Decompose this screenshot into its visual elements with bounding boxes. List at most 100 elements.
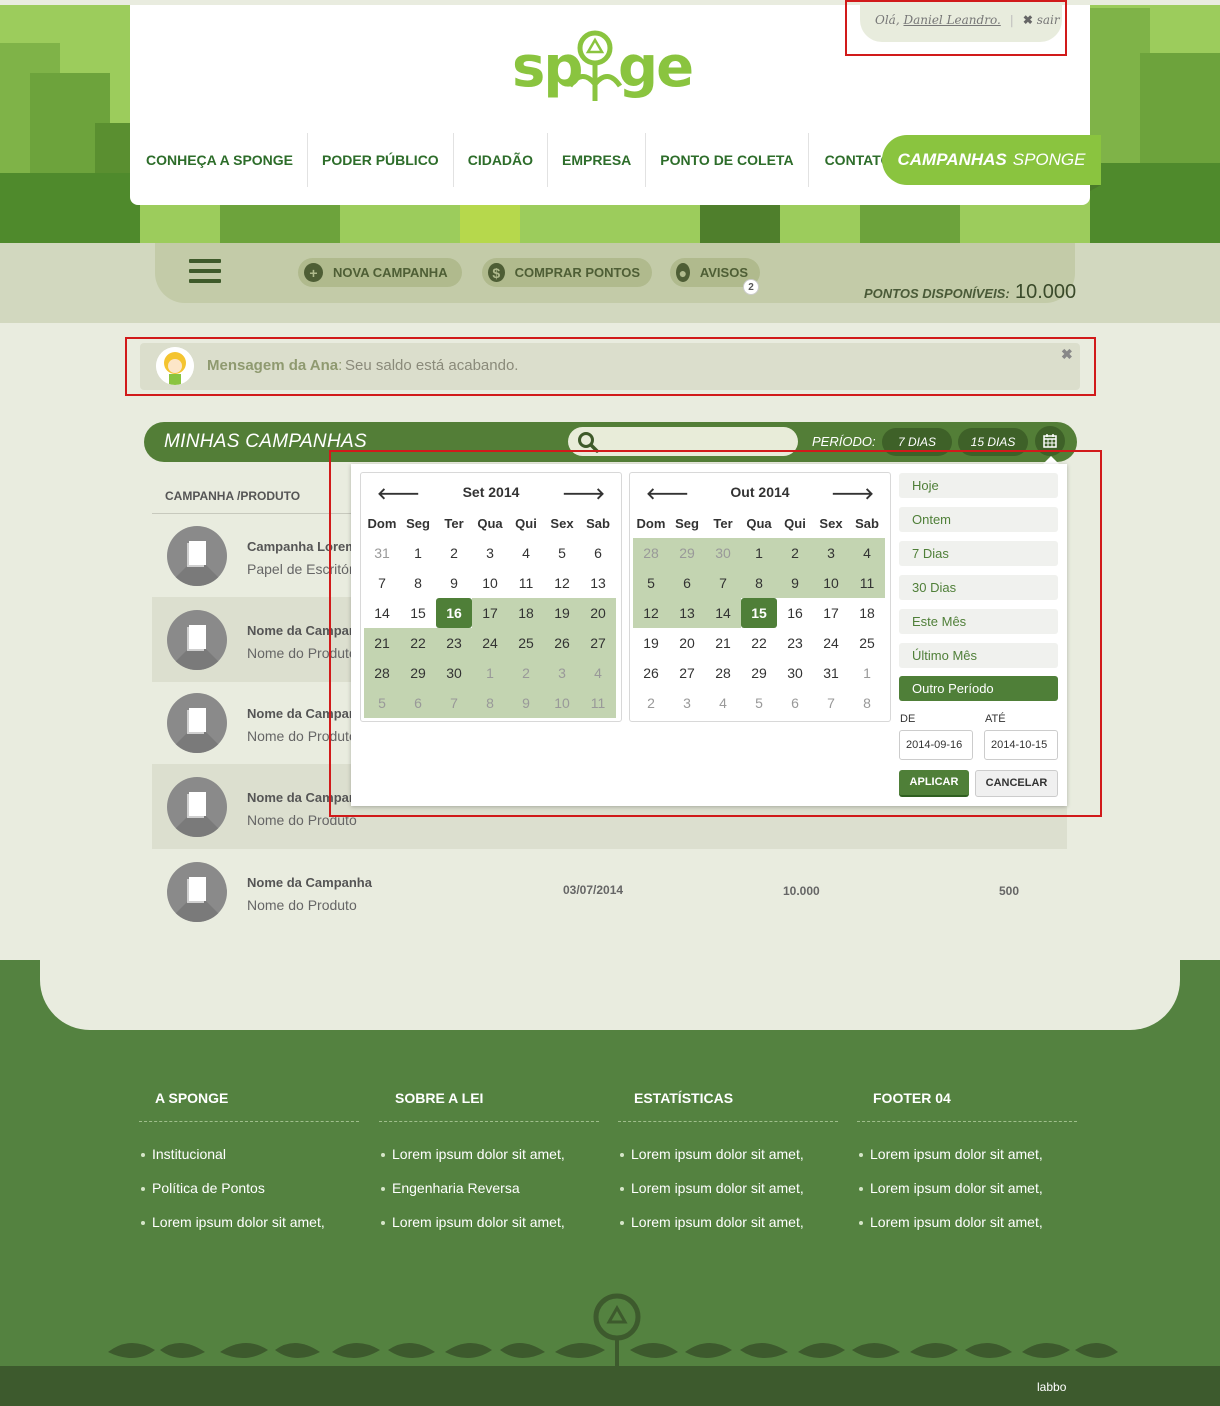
calendar-day[interactable]: 4: [580, 658, 616, 688]
buy-points-button[interactable]: $ COMPRAR PONTOS: [482, 258, 652, 287]
calendar-day[interactable]: 7: [436, 688, 472, 718]
nav-item-conheca[interactable]: CONHEÇA A SPONGE: [130, 133, 309, 187]
calendar-day[interactable]: 3: [472, 538, 508, 568]
calendar-day[interactable]: 30: [777, 658, 813, 688]
user-name-link[interactable]: Daniel Leandro.: [903, 13, 1000, 27]
calendar-day[interactable]: 2: [508, 658, 544, 688]
calendar-day[interactable]: 23: [777, 628, 813, 658]
footer-link[interactable]: Lorem ipsum dolor sit amet,: [857, 1180, 1043, 1196]
calendar-day[interactable]: 11: [849, 568, 885, 598]
calendar-day[interactable]: 21: [705, 628, 741, 658]
calendar-day[interactable]: 7: [364, 568, 400, 598]
calendar-day[interactable]: 4: [849, 538, 885, 568]
calendar-day[interactable]: 20: [580, 598, 616, 628]
footer-link[interactable]: Lorem ipsum dolor sit amet,: [379, 1214, 565, 1230]
range-30-days[interactable]: 30 Dias: [899, 575, 1058, 600]
calendar-day[interactable]: 4: [508, 538, 544, 568]
calendar-day[interactable]: 30: [436, 658, 472, 688]
range-custom[interactable]: Outro Período: [899, 676, 1058, 701]
calendar-day[interactable]: 31: [813, 658, 849, 688]
apply-button[interactable]: APLICAR: [899, 770, 969, 797]
calendar-day[interactable]: 7: [813, 688, 849, 718]
search-input[interactable]: [568, 427, 798, 456]
calendar-day[interactable]: 2: [633, 688, 669, 718]
calendar-day[interactable]: 25: [849, 628, 885, 658]
nav-item-ponto-de-coleta[interactable]: PONTO DE COLETA: [646, 133, 809, 187]
next-month-arrow-icon[interactable]: 🡒: [562, 483, 605, 504]
calendar-day[interactable]: 5: [544, 538, 580, 568]
calendar-day[interactable]: 9: [777, 568, 813, 598]
calendar-day[interactable]: 23: [436, 628, 472, 658]
search-icon[interactable]: [577, 431, 599, 453]
calendar-day[interactable]: 17: [813, 598, 849, 628]
calendar-day[interactable]: 2: [436, 538, 472, 568]
calendar-day[interactable]: 29: [741, 658, 777, 688]
from-date-input[interactable]: 2014-09-16: [899, 730, 973, 760]
logout-icon[interactable]: ✖: [1023, 13, 1033, 27]
calendar-day[interactable]: 29: [400, 658, 436, 688]
calendar-day[interactable]: 13: [580, 568, 616, 598]
calendar-day[interactable]: 28: [705, 658, 741, 688]
calendar-day[interactable]: 15: [400, 598, 436, 628]
next-month-arrow-icon[interactable]: 🡒: [831, 483, 874, 504]
calendar-day[interactable]: 5: [633, 568, 669, 598]
footer-link[interactable]: Lorem ipsum dolor sit amet,: [618, 1180, 804, 1196]
range-yesterday[interactable]: Ontem: [899, 507, 1058, 532]
calendar-day[interactable]: 1: [741, 538, 777, 568]
calendar-day[interactable]: 8: [400, 568, 436, 598]
calendar-day[interactable]: 26: [633, 658, 669, 688]
calendar-day[interactable]: 12: [544, 568, 580, 598]
calendar-day[interactable]: 15: [741, 598, 777, 628]
footer-link[interactable]: Institucional: [139, 1146, 226, 1162]
calendar-day[interactable]: 12: [633, 598, 669, 628]
calendar-day[interactable]: 27: [669, 658, 705, 688]
calendar-day[interactable]: 28: [364, 658, 400, 688]
footer-link[interactable]: Lorem ipsum dolor sit amet,: [857, 1214, 1043, 1230]
calendar-day[interactable]: 8: [741, 568, 777, 598]
calendar-day[interactable]: 5: [741, 688, 777, 718]
cancel-button[interactable]: CANCELAR: [975, 770, 1058, 797]
calendar-day[interactable]: 1: [849, 658, 885, 688]
calendar-day[interactable]: 8: [472, 688, 508, 718]
new-campaign-button[interactable]: + NOVA CAMPANHA: [298, 258, 462, 287]
calendar-day[interactable]: 11: [508, 568, 544, 598]
close-icon[interactable]: ✖: [1061, 346, 1073, 363]
footer-link[interactable]: Lorem ipsum dolor sit amet,: [618, 1146, 804, 1162]
calendar-day[interactable]: 22: [400, 628, 436, 658]
calendar-day[interactable]: 25: [508, 628, 544, 658]
calendar-day[interactable]: 1: [400, 538, 436, 568]
calendar-day[interactable]: 29: [669, 538, 705, 568]
calendar-day[interactable]: 6: [580, 538, 616, 568]
nav-item-empresa[interactable]: EMPRESA: [548, 133, 647, 187]
calendar-day[interactable]: 11: [580, 688, 616, 718]
calendar-day[interactable]: 19: [544, 598, 580, 628]
calendar-day[interactable]: 21: [364, 628, 400, 658]
calendar-day[interactable]: 13: [669, 598, 705, 628]
calendar-day[interactable]: 10: [472, 568, 508, 598]
calendar-day[interactable]: 10: [813, 568, 849, 598]
calendar-day[interactable]: 16: [436, 598, 472, 628]
calendar-day[interactable]: 2: [777, 538, 813, 568]
calendar-day[interactable]: 17: [472, 598, 508, 628]
calendar-day[interactable]: 22: [741, 628, 777, 658]
nav-item-poder-publico[interactable]: PODER PÚBLICO: [308, 133, 454, 187]
calendar-day[interactable]: 9: [436, 568, 472, 598]
calendar-day[interactable]: 28: [633, 538, 669, 568]
calendar-day[interactable]: 8: [849, 688, 885, 718]
to-date-input[interactable]: 2014-10-15: [984, 730, 1058, 760]
calendar-day[interactable]: 1: [472, 658, 508, 688]
calendar-day[interactable]: 27: [580, 628, 616, 658]
logout-link[interactable]: sair: [1037, 13, 1060, 27]
calendar-day[interactable]: 3: [813, 538, 849, 568]
calendar-day[interactable]: 9: [508, 688, 544, 718]
period-7-days-button[interactable]: 7 DIAS: [882, 428, 952, 456]
calendar-day[interactable]: 18: [849, 598, 885, 628]
footer-link[interactable]: Lorem ipsum dolor sit amet,: [618, 1214, 804, 1230]
range-last-month[interactable]: Último Mês: [899, 643, 1058, 668]
footer-link[interactable]: Política de Pontos: [139, 1180, 265, 1196]
footer-link[interactable]: Lorem ipsum dolor sit amet,: [857, 1146, 1043, 1162]
footer-link[interactable]: Engenharia Reversa: [379, 1180, 520, 1196]
calendar-day[interactable]: 26: [544, 628, 580, 658]
table-row[interactable]: Nome da Campanha Nome do Produto 03/07/2…: [152, 849, 1067, 934]
calendar-day[interactable]: 30: [705, 538, 741, 568]
